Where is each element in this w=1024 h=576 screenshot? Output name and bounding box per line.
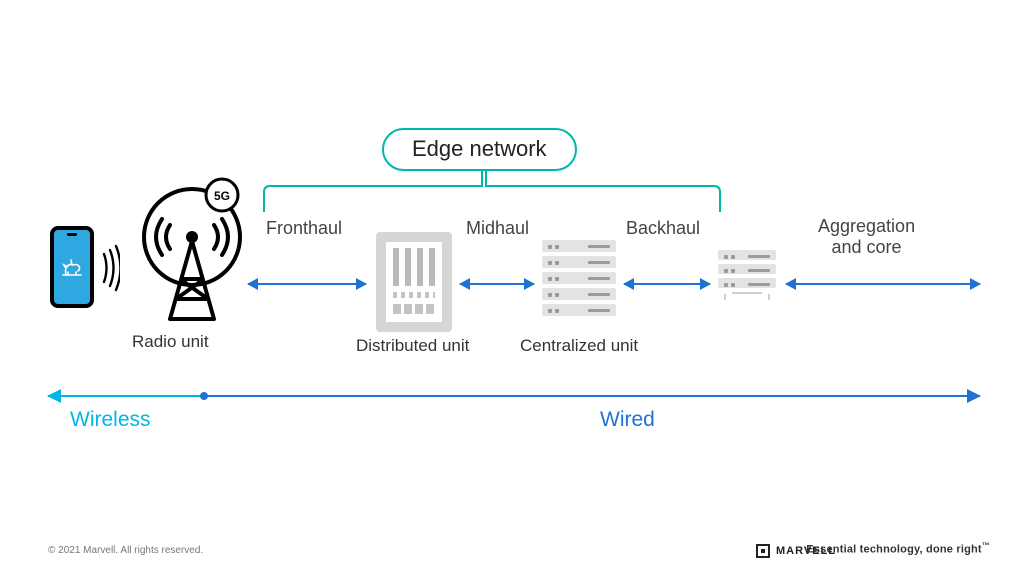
copyright-text: © 2021 Marvell. All rights reserved.: [48, 545, 203, 556]
edge-network-pill: Edge network: [382, 128, 577, 171]
label-fronthaul: Fronthaul: [266, 218, 342, 239]
tagline-text: Essential technology, done right™: [806, 541, 990, 556]
label-centralized-unit: Centralized unit: [520, 336, 638, 356]
label-midhaul: Midhaul: [466, 218, 529, 239]
wireless-range-bar: [48, 395, 204, 397]
backbone-switch-icon: [718, 250, 776, 294]
signal-waves-icon: [100, 244, 120, 292]
arrow-backbone-to-core: [786, 283, 980, 285]
diagram-canvas: Edge network Fronthaul Midhaul Backhaul …: [0, 0, 1024, 576]
arrow-radio-to-du: [248, 283, 366, 285]
arrow-cu-to-backbone: [624, 283, 710, 285]
marvell-logo-icon: [756, 544, 770, 558]
label-aggregation-core: Aggregation and core: [818, 216, 915, 258]
five-g-badge-text: 5G: [214, 189, 230, 203]
phone-icon: [50, 226, 94, 308]
label-radio-unit: Radio unit: [132, 332, 209, 352]
edge-network-bracket: [262, 168, 722, 214]
distributed-unit-icon: [376, 232, 452, 332]
label-wireless: Wireless: [70, 408, 151, 432]
centralized-unit-icon: [542, 240, 616, 320]
wired-range-bar: [204, 395, 980, 397]
radio-tower-icon: 5G: [122, 175, 240, 293]
label-distributed-unit: Distributed unit: [356, 336, 469, 356]
label-backhaul: Backhaul: [626, 218, 700, 239]
label-wired: Wired: [600, 408, 655, 432]
arrow-du-to-cu: [460, 283, 534, 285]
